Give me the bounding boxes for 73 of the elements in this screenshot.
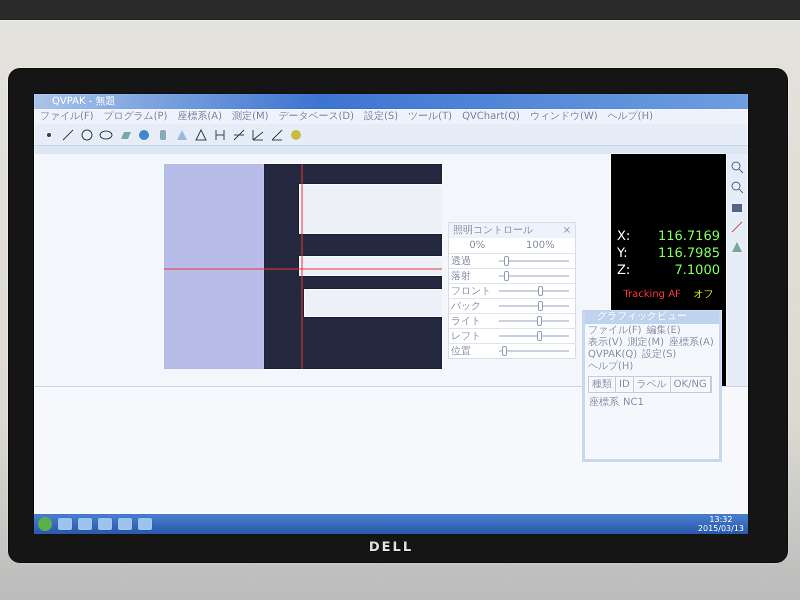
light-label: ライト bbox=[450, 314, 482, 328]
tracking-label: Tracking AF bbox=[623, 288, 681, 302]
ellipse-icon[interactable] bbox=[99, 128, 113, 142]
axis-label: Y: bbox=[617, 244, 628, 262]
brand-logo: DELL bbox=[368, 538, 414, 556]
light-label: 落射 bbox=[450, 270, 472, 282]
menu-item[interactable]: 設定(S) bbox=[642, 349, 676, 361]
start-button[interactable] bbox=[38, 516, 52, 530]
menu-item[interactable]: 測定(M) bbox=[232, 109, 268, 124]
app-icon[interactable] bbox=[78, 518, 92, 530]
slider-thumb[interactable] bbox=[504, 271, 510, 281]
menu-item[interactable]: ツール(T) bbox=[408, 109, 452, 124]
angle-icon[interactable] bbox=[270, 128, 284, 142]
menu-item[interactable]: 座標系(A) bbox=[669, 337, 714, 349]
light-label: フロント bbox=[450, 284, 492, 298]
app-icon[interactable] bbox=[98, 518, 112, 530]
sphere-icon[interactable] bbox=[137, 128, 151, 142]
axis-label: Z: bbox=[617, 262, 630, 278]
slider-thumb[interactable] bbox=[538, 301, 544, 311]
light-label: レフト bbox=[450, 330, 482, 342]
tracking-value: オフ bbox=[694, 288, 714, 302]
window-title: QVPAK - 無題 bbox=[34, 94, 748, 109]
menu-item[interactable]: データベース(D) bbox=[278, 109, 354, 124]
axis-value: 7.1000 bbox=[674, 262, 720, 278]
magnifier-icon[interactable] bbox=[730, 180, 744, 194]
menu-item[interactable]: 編集(E) bbox=[646, 325, 681, 337]
slider-thumb[interactable] bbox=[504, 256, 510, 266]
zoom-icon[interactable] bbox=[730, 160, 744, 174]
app-icon[interactable] bbox=[58, 518, 72, 530]
slider-thumb[interactable] bbox=[538, 286, 544, 296]
menu-item[interactable]: プログラム(P) bbox=[104, 109, 168, 124]
h-bar-icon[interactable] bbox=[213, 128, 227, 142]
menu-item[interactable]: QVChart(Q) bbox=[462, 109, 520, 124]
column-header: 種類 bbox=[589, 377, 616, 392]
cone-icon[interactable] bbox=[175, 128, 189, 142]
column-header: ID bbox=[616, 377, 634, 392]
light-label: 位置 bbox=[450, 344, 472, 358]
menu-item[interactable]: 座標系(A) bbox=[177, 109, 222, 124]
clock-time: 13:32 bbox=[708, 514, 734, 524]
menu-item[interactable]: ヘルプ(H) bbox=[588, 361, 634, 373]
slider-thumb[interactable] bbox=[502, 346, 507, 356]
menu-item[interactable]: 設定(S) bbox=[364, 109, 398, 124]
triangle-icon[interactable] bbox=[194, 128, 208, 142]
scale-label: 0% bbox=[469, 239, 486, 253]
menu-item[interactable]: ヘルプ(H) bbox=[608, 109, 653, 124]
light-label: バック bbox=[450, 300, 482, 312]
window-title: グラフィックビュー bbox=[585, 310, 719, 324]
menu-item[interactable]: 測定(M) bbox=[628, 337, 664, 349]
menu-item[interactable]: ファイル(F) bbox=[40, 109, 94, 124]
slider-thumb[interactable] bbox=[536, 316, 542, 326]
line-icon[interactable] bbox=[61, 128, 75, 142]
menu-item[interactable]: 表示(V) bbox=[588, 337, 623, 349]
axis-icon[interactable] bbox=[251, 128, 265, 142]
panel-title: 照明コントロール bbox=[453, 224, 533, 238]
close-button[interactable]: × bbox=[562, 223, 571, 238]
column-header: OK/NG bbox=[670, 377, 711, 392]
menu-item[interactable]: ファイル(F) bbox=[588, 325, 642, 337]
pen-icon[interactable] bbox=[730, 220, 744, 234]
table-cell-text: 座標系 bbox=[589, 396, 619, 410]
slider-thumb[interactable] bbox=[536, 331, 542, 341]
menu-item[interactable]: QVPAK(Q) bbox=[588, 349, 638, 361]
scale-label: 100% bbox=[526, 239, 555, 253]
menu-item[interactable]: ウィンドウ(W) bbox=[530, 109, 598, 124]
clock-date: 2015/03/13 bbox=[698, 524, 744, 532]
app-icon[interactable] bbox=[138, 518, 152, 530]
light-label: 透過 bbox=[450, 254, 472, 268]
axis-label: X: bbox=[617, 228, 630, 244]
axis-value: 116.7985 bbox=[658, 244, 720, 262]
table-cell-text: NC1 bbox=[623, 396, 644, 410]
axis-value: 116.7169 bbox=[658, 228, 720, 244]
app-icon[interactable] bbox=[118, 518, 132, 530]
column-header: ラベル bbox=[634, 377, 671, 392]
circle-icon[interactable] bbox=[80, 128, 94, 142]
